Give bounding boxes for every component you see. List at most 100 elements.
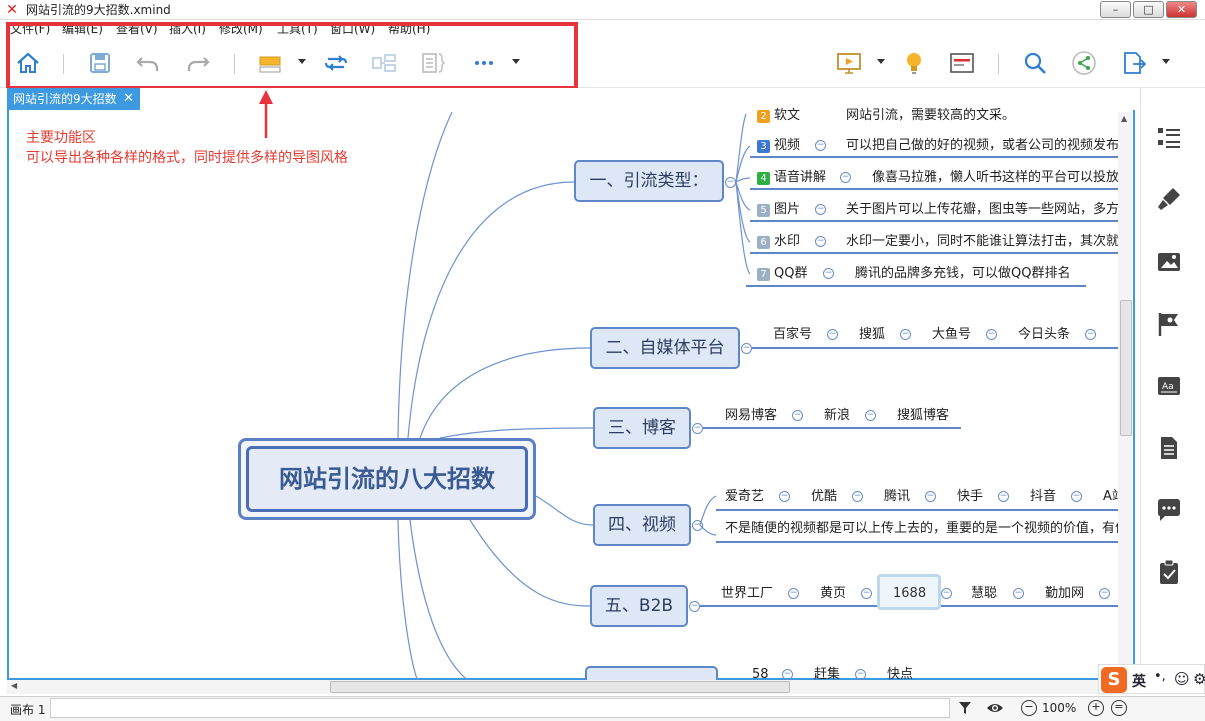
ime-settings-icon[interactable]: ⚙ bbox=[1193, 670, 1205, 688]
outline-panel-icon[interactable] bbox=[1155, 123, 1183, 151]
collapse-toggle[interactable]: − bbox=[782, 669, 793, 680]
subtopic-desc[interactable]: 腾讯的品牌多充钱，可以做QQ群排名 bbox=[855, 265, 1070, 283]
sogou-ime-icon[interactable]: S bbox=[1101, 667, 1127, 693]
collapse-toggle[interactable]: − bbox=[815, 204, 826, 215]
subtopic-desc[interactable]: 可以把自己做的好的视频，或者公司的视频发布 bbox=[846, 137, 1119, 155]
collapse-toggle[interactable]: − bbox=[1085, 329, 1096, 340]
export-icon[interactable] bbox=[1120, 49, 1148, 77]
subtopic-b1-4[interactable]: 5 图片 bbox=[757, 201, 800, 219]
ime-language-toggle[interactable]: 英 bbox=[1132, 671, 1146, 691]
subtopic-b3-3[interactable]: 搜狐博客 bbox=[897, 407, 949, 425]
collapse-toggle[interactable]: − bbox=[827, 329, 838, 340]
subtopic-label: 视频 bbox=[774, 138, 801, 153]
text-style-icon[interactable]: Aa bbox=[1155, 372, 1183, 400]
subtopic-b5-5[interactable]: 勤加网 bbox=[1045, 585, 1084, 603]
subtopic-b4-5[interactable]: 抖音 bbox=[1030, 488, 1056, 506]
zoom-in-icon[interactable]: + bbox=[1088, 700, 1104, 716]
eye-icon[interactable] bbox=[986, 700, 1004, 716]
horizontal-scroll-thumb[interactable] bbox=[330, 681, 790, 693]
branch-underline bbox=[750, 220, 1118, 222]
format-brush-icon[interactable] bbox=[1155, 185, 1183, 213]
subtopic-desc[interactable]: 关于图片可以上传花瓣，图虫等一些网站，多方 bbox=[846, 201, 1119, 219]
subtopic-b2-4[interactable]: 今日头条 bbox=[1018, 326, 1070, 344]
subtopic-b4-2[interactable]: 优酷 bbox=[811, 488, 837, 506]
collapse-toggle[interactable]: − bbox=[788, 588, 799, 599]
subtopic-b4-4[interactable]: 快手 bbox=[957, 488, 983, 506]
branch-underline bbox=[750, 156, 1118, 158]
export-dropdown-caret[interactable] bbox=[1162, 59, 1170, 64]
collapse-toggle[interactable]: − bbox=[792, 410, 803, 421]
collapse-toggle[interactable]: − bbox=[815, 236, 826, 247]
collapse-toggle[interactable]: − bbox=[823, 268, 834, 279]
subtopic-b5-2[interactable]: 黄页 bbox=[820, 585, 846, 603]
notes-icon[interactable] bbox=[1155, 434, 1183, 462]
branch-underline bbox=[752, 347, 1118, 349]
close-button[interactable]: ✕ bbox=[1166, 1, 1197, 18]
collapse-toggle[interactable]: − bbox=[900, 329, 911, 340]
collapse-toggle[interactable]: − bbox=[692, 423, 703, 434]
topic-branch-3[interactable]: 三、博客 bbox=[593, 407, 691, 449]
subtopic-b3-2[interactable]: 新浪 bbox=[824, 407, 850, 425]
collapse-toggle[interactable]: − bbox=[779, 491, 790, 502]
subtopic-b1-6[interactable]: 7 QQ群 bbox=[757, 265, 807, 283]
subtopic-b4-3[interactable]: 腾讯 bbox=[884, 488, 910, 506]
subtopic-b5-4[interactable]: 慧聪 bbox=[971, 585, 997, 603]
scroll-up-icon[interactable]: ▲ bbox=[1121, 114, 1127, 123]
subtopic-desc[interactable]: 网站引流，需要较高的文采。 bbox=[846, 107, 1015, 125]
topic-branch-2[interactable]: 二、自媒体平台 bbox=[590, 327, 740, 369]
filter-icon[interactable] bbox=[957, 700, 973, 716]
subtopic-b5-3[interactable]: 1688 bbox=[893, 585, 926, 603]
branch-underline bbox=[716, 541, 1118, 543]
collapse-toggle[interactable]: − bbox=[986, 329, 997, 340]
collapse-toggle[interactable]: − bbox=[815, 140, 826, 151]
topic-branch-4[interactable]: 四、视频 bbox=[593, 504, 691, 546]
subtopic-b2-1[interactable]: 百家号 bbox=[773, 326, 812, 344]
annotation-line-1: 主要功能区 bbox=[26, 130, 96, 146]
subtopic-b1-3[interactable]: 4 语音讲解 bbox=[757, 169, 826, 187]
right-panel: Aa bbox=[1140, 88, 1205, 688]
collapse-toggle[interactable]: − bbox=[1099, 588, 1110, 599]
fit-view-icon[interactable]: = bbox=[1111, 700, 1127, 716]
maximize-button[interactable]: □ bbox=[1133, 1, 1164, 18]
comment-icon[interactable] bbox=[1155, 496, 1183, 524]
annotation-arrow bbox=[259, 90, 273, 138]
subtopic-b1-5[interactable]: 6 水印 bbox=[757, 233, 800, 251]
subtopic-b4-1[interactable]: 爱奇艺 bbox=[725, 488, 764, 506]
subtopic-desc[interactable]: 水印一定要小，同时不能谁让算法打击，其次就 bbox=[846, 233, 1119, 251]
sheet-tab[interactable]: 画布 1 bbox=[10, 701, 45, 718]
subtopic-desc[interactable]: 像喜马拉雅，懒人听书这样的平台可以投放 bbox=[872, 169, 1119, 187]
collapse-toggle[interactable]: − bbox=[689, 601, 700, 612]
collapse-toggle[interactable]: − bbox=[692, 520, 703, 531]
ime-toolbar[interactable]: S 英 •, ☺ ⚙ bbox=[1098, 664, 1205, 694]
zoom-out-icon[interactable]: − bbox=[1021, 700, 1037, 716]
collapse-toggle[interactable]: − bbox=[925, 491, 936, 502]
subtopic-b3-1[interactable]: 网易博客 bbox=[725, 407, 777, 425]
collapse-toggle[interactable]: − bbox=[1013, 588, 1024, 599]
task-icon[interactable] bbox=[1155, 558, 1183, 586]
topic-branch-5[interactable]: 五、B2B bbox=[590, 585, 688, 627]
subtopic-b1-1[interactable]: 2 软文 bbox=[757, 107, 800, 125]
collapse-toggle[interactable]: − bbox=[840, 172, 851, 183]
collapse-toggle[interactable]: − bbox=[998, 491, 1009, 502]
topic-branch-1[interactable]: 一、引流类型： bbox=[574, 160, 724, 202]
central-topic[interactable]: 网站引流的八大招数 bbox=[238, 438, 536, 520]
collapse-toggle[interactable]: − bbox=[865, 410, 876, 421]
subtopic-b4-note[interactable]: 不是随便的视频都是可以上传上去的，重要的是一个视频的价值，有价 bbox=[725, 520, 1128, 538]
collapse-toggle[interactable]: − bbox=[861, 588, 872, 599]
collapse-toggle[interactable]: − bbox=[741, 343, 752, 354]
collapse-toggle[interactable]: − bbox=[725, 177, 736, 188]
scroll-left-icon[interactable]: ◀ bbox=[11, 681, 17, 690]
subtopic-b2-3[interactable]: 大鱼号 bbox=[932, 326, 971, 344]
collapse-toggle[interactable]: − bbox=[1071, 491, 1082, 502]
marker-flag-icon[interactable] bbox=[1155, 310, 1183, 338]
subtopic-b5-1[interactable]: 世界工厂 bbox=[721, 585, 773, 603]
collapse-toggle[interactable]: − bbox=[855, 669, 866, 680]
image-icon[interactable] bbox=[1155, 248, 1183, 276]
subtopic-b2-2[interactable]: 搜狐 bbox=[859, 326, 885, 344]
subtopic-b1-2[interactable]: 3 视频 bbox=[757, 137, 800, 155]
vertical-scroll-thumb[interactable] bbox=[1120, 300, 1132, 436]
punctuation-icon[interactable]: •, bbox=[1154, 669, 1166, 684]
collapse-toggle[interactable]: − bbox=[852, 491, 863, 502]
emoji-icon[interactable]: ☺ bbox=[1174, 670, 1190, 688]
collapse-toggle[interactable]: − bbox=[941, 588, 952, 599]
